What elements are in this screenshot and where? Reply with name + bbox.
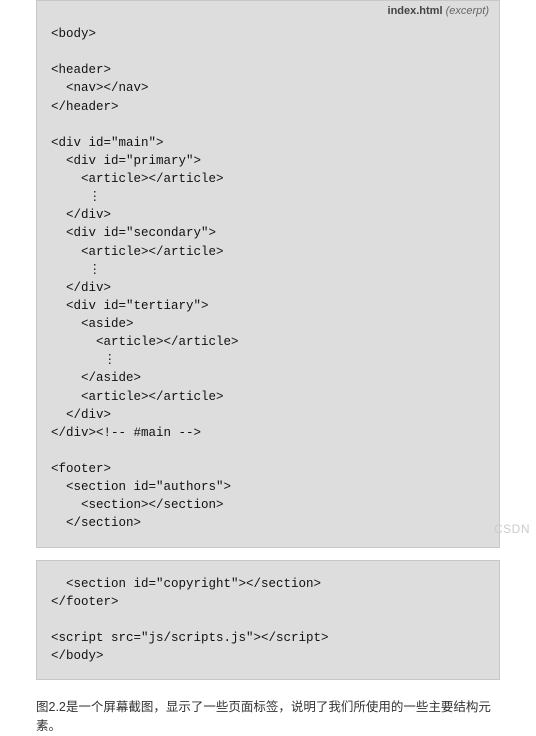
- code-listing-block-1: index.html (excerpt) <body> <header> <na…: [36, 0, 500, 548]
- code-excerpt-label: (excerpt): [443, 5, 489, 17]
- code-listing-body-1: <body> <header> <nav></nav> </header> <d…: [37, 23, 499, 547]
- code-listing-block-2: <section id="copyright"></section> </foo…: [36, 560, 500, 681]
- code-filename: index.html: [388, 5, 443, 17]
- code-listing-body-2: <section id="copyright"></section> </foo…: [37, 561, 499, 680]
- figure-caption: 图2.2是一个屏幕截图，显示了一些页面标签，说明了我们所使用的一些主要结构元素。: [0, 692, 536, 736]
- code-listing-header: index.html (excerpt): [37, 1, 499, 23]
